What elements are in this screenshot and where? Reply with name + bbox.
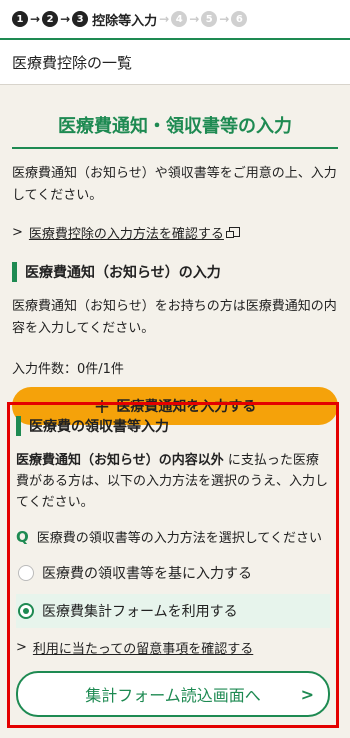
step-2: 2 [42,11,59,27]
radio-option-receipt[interactable]: 医療費の領収書等を基に入力する [16,556,330,590]
chevron-right-icon: > [12,225,23,240]
step-arrow: → [60,12,71,26]
step-6-number: 6 [231,11,248,27]
radio-button[interactable] [18,565,34,581]
step-arrow: → [30,12,41,26]
howto-link-row[interactable]: > 医療費控除の入力方法を確認する [12,223,338,242]
receipt-description: 医療費通知（お知らせ）の内容以外 に支払った医療費がある方は、以下の入力方法を選… [16,450,330,513]
question-icon: Q [16,527,29,546]
notice-description: 医療費通知（お知らせ）をお持ちの方は医療費通知の内容を入力してください。 [12,299,337,336]
notice-section-title-text: 医療費通知（お知らせ）の入力 [25,265,221,281]
notice-section-title: 医療費通知（お知らせ）の入力 [12,262,338,282]
notes-link[interactable]: 利用に当たっての留意事項を確認する [33,638,253,657]
main-content: 医療費通知・領収書等の入力 医療費通知（お知らせ）や領収書等をご用意の上、入力し… [0,103,350,425]
question-text: 医療費の領収書等の入力方法を選択してください [36,531,322,546]
step-5-number: 5 [201,11,218,27]
step-3-current: 3 控除等入力 [72,10,157,29]
breadcrumb: 医療費控除の一覧 [0,40,350,85]
step-4-number: 4 [171,11,188,27]
step-1-number: 1 [12,11,28,27]
step-1: 1 [12,11,28,27]
input-method-question: Q 医療費の領収書等の入力方法を選択してください [16,527,330,547]
next-button-label: 集計フォーム読込画面へ [85,686,261,705]
section-bar [16,416,21,436]
chevron-right-icon: > [300,684,314,704]
step-2-number: 2 [42,11,59,27]
howto-link[interactable]: 医療費控除の入力方法を確認する [29,223,224,242]
external-window-icon [225,226,240,238]
progress-stepper: 1 → 2 → 3 控除等入力 → 4 → 5 → 6 [0,0,350,40]
page-title: 医療費通知・領収書等の入力 [12,103,338,149]
header: 1 → 2 → 3 控除等入力 → 4 → 5 → 6 医療費控除の一覧 [0,0,350,85]
radio-option-label: 医療費集計フォームを利用する [42,604,238,620]
intro-text: 医療費通知（お知らせ）や領収書等をご用意の上、入力してください。 [12,166,337,203]
step-3-number: 3 [72,11,89,27]
step-3-label: 控除等入力 [92,13,158,29]
notes-link-row[interactable]: > 利用に当たっての留意事項を確認する [16,638,330,657]
step-4: 4 [171,11,188,27]
notice-count: 入力件数：0件/1件 [12,362,124,377]
receipt-section-title-text: 医療費の領収書等入力 [29,419,169,435]
step-arrow: → [219,12,230,26]
radio-button-selected[interactable] [18,603,34,619]
step-5: 5 [201,11,218,27]
section-bar [12,262,17,282]
step-arrow: → [159,12,170,26]
receipt-section-title: 医療費の領収書等入力 [16,416,330,436]
receipt-section-highlight: 医療費の領収書等入力 医療費通知（お知らせ）の内容以外 に支払った医療費がある方… [7,402,339,728]
step-arrow: → [189,12,200,26]
step-6: 6 [231,11,248,27]
chevron-right-icon: > [16,640,27,655]
radio-option-form[interactable]: 医療費集計フォームを利用する [16,594,330,628]
next-button[interactable]: 集計フォーム読込画面へ > [16,671,330,717]
radio-option-label: 医療費の領収書等を基に入力する [42,566,252,582]
receipt-description-bold: 医療費通知（お知らせ）の内容以外 [16,453,224,468]
